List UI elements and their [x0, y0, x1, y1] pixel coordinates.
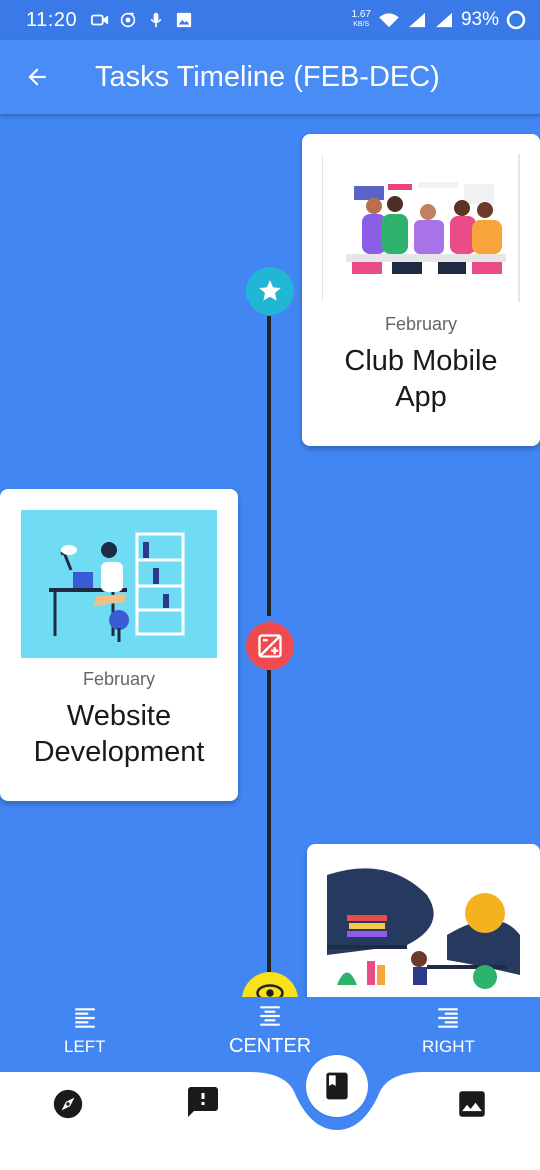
back-button[interactable]: [0, 40, 74, 114]
battery-percent: 93%: [460, 9, 499, 30]
nav-book[interactable]: [306, 1055, 368, 1117]
format-align-right-icon: [438, 1008, 459, 1028]
video-icon: [91, 14, 109, 26]
image-icon: [176, 12, 192, 28]
desk-worker-illustration: [21, 510, 217, 658]
align-center-button[interactable]: CENTER: [229, 1003, 311, 1058]
signal-icon: [408, 12, 425, 28]
timeline-card-club-mobile-app[interactable]: February Club Mobile App: [302, 134, 540, 446]
alignment-bar: LEFT CENTER RIGHT: [0, 997, 540, 1073]
feedback-icon: [188, 1087, 218, 1117]
wifi-icon: [379, 13, 399, 28]
format-align-center-icon: [260, 1006, 280, 1026]
library-illustration: [327, 865, 520, 1015]
timeline-connector: [267, 670, 271, 972]
mic-icon: [150, 12, 162, 28]
explore-icon: [53, 1089, 83, 1119]
exposure-icon: [258, 634, 282, 658]
network-speed: 1.67 KB/S: [351, 9, 371, 29]
status-time: 11:20: [26, 8, 78, 31]
timeline-connector: [267, 316, 271, 616]
book-icon: [326, 1072, 348, 1100]
music-icon: [120, 12, 136, 28]
star-icon: [259, 280, 281, 301]
card-month: February: [82, 669, 156, 689]
photo-icon: [459, 1091, 485, 1117]
timeline-card-website-development[interactable]: February Website Development: [0, 489, 238, 801]
card-title: Website Development: [33, 700, 205, 768]
status-bar: 11:20 1.67 KB/S 93%: [0, 0, 540, 40]
battery-ring-icon: [506, 10, 526, 30]
app-bar: Tasks Timeline (FEB-DEC): [0, 40, 540, 114]
timeline-node-exposure: [246, 622, 294, 670]
nav-photo[interactable]: [446, 1078, 498, 1130]
card-month: February: [384, 314, 458, 334]
timeline-node-star: [246, 267, 294, 315]
format-align-left-icon: [75, 1008, 95, 1028]
page-title: Tasks Timeline (FEB-DEC): [95, 60, 440, 93]
card-title: Club Mobile App: [344, 345, 498, 413]
nav-feedback[interactable]: [177, 1076, 229, 1128]
signal-icon: [435, 12, 452, 28]
arrow-back-icon: [28, 68, 46, 86]
align-left-button[interactable]: LEFT: [64, 1005, 106, 1057]
team-meeting-illustration: [322, 154, 520, 302]
align-right-button[interactable]: RIGHT: [422, 1005, 475, 1057]
nav-explore[interactable]: [42, 1078, 94, 1130]
